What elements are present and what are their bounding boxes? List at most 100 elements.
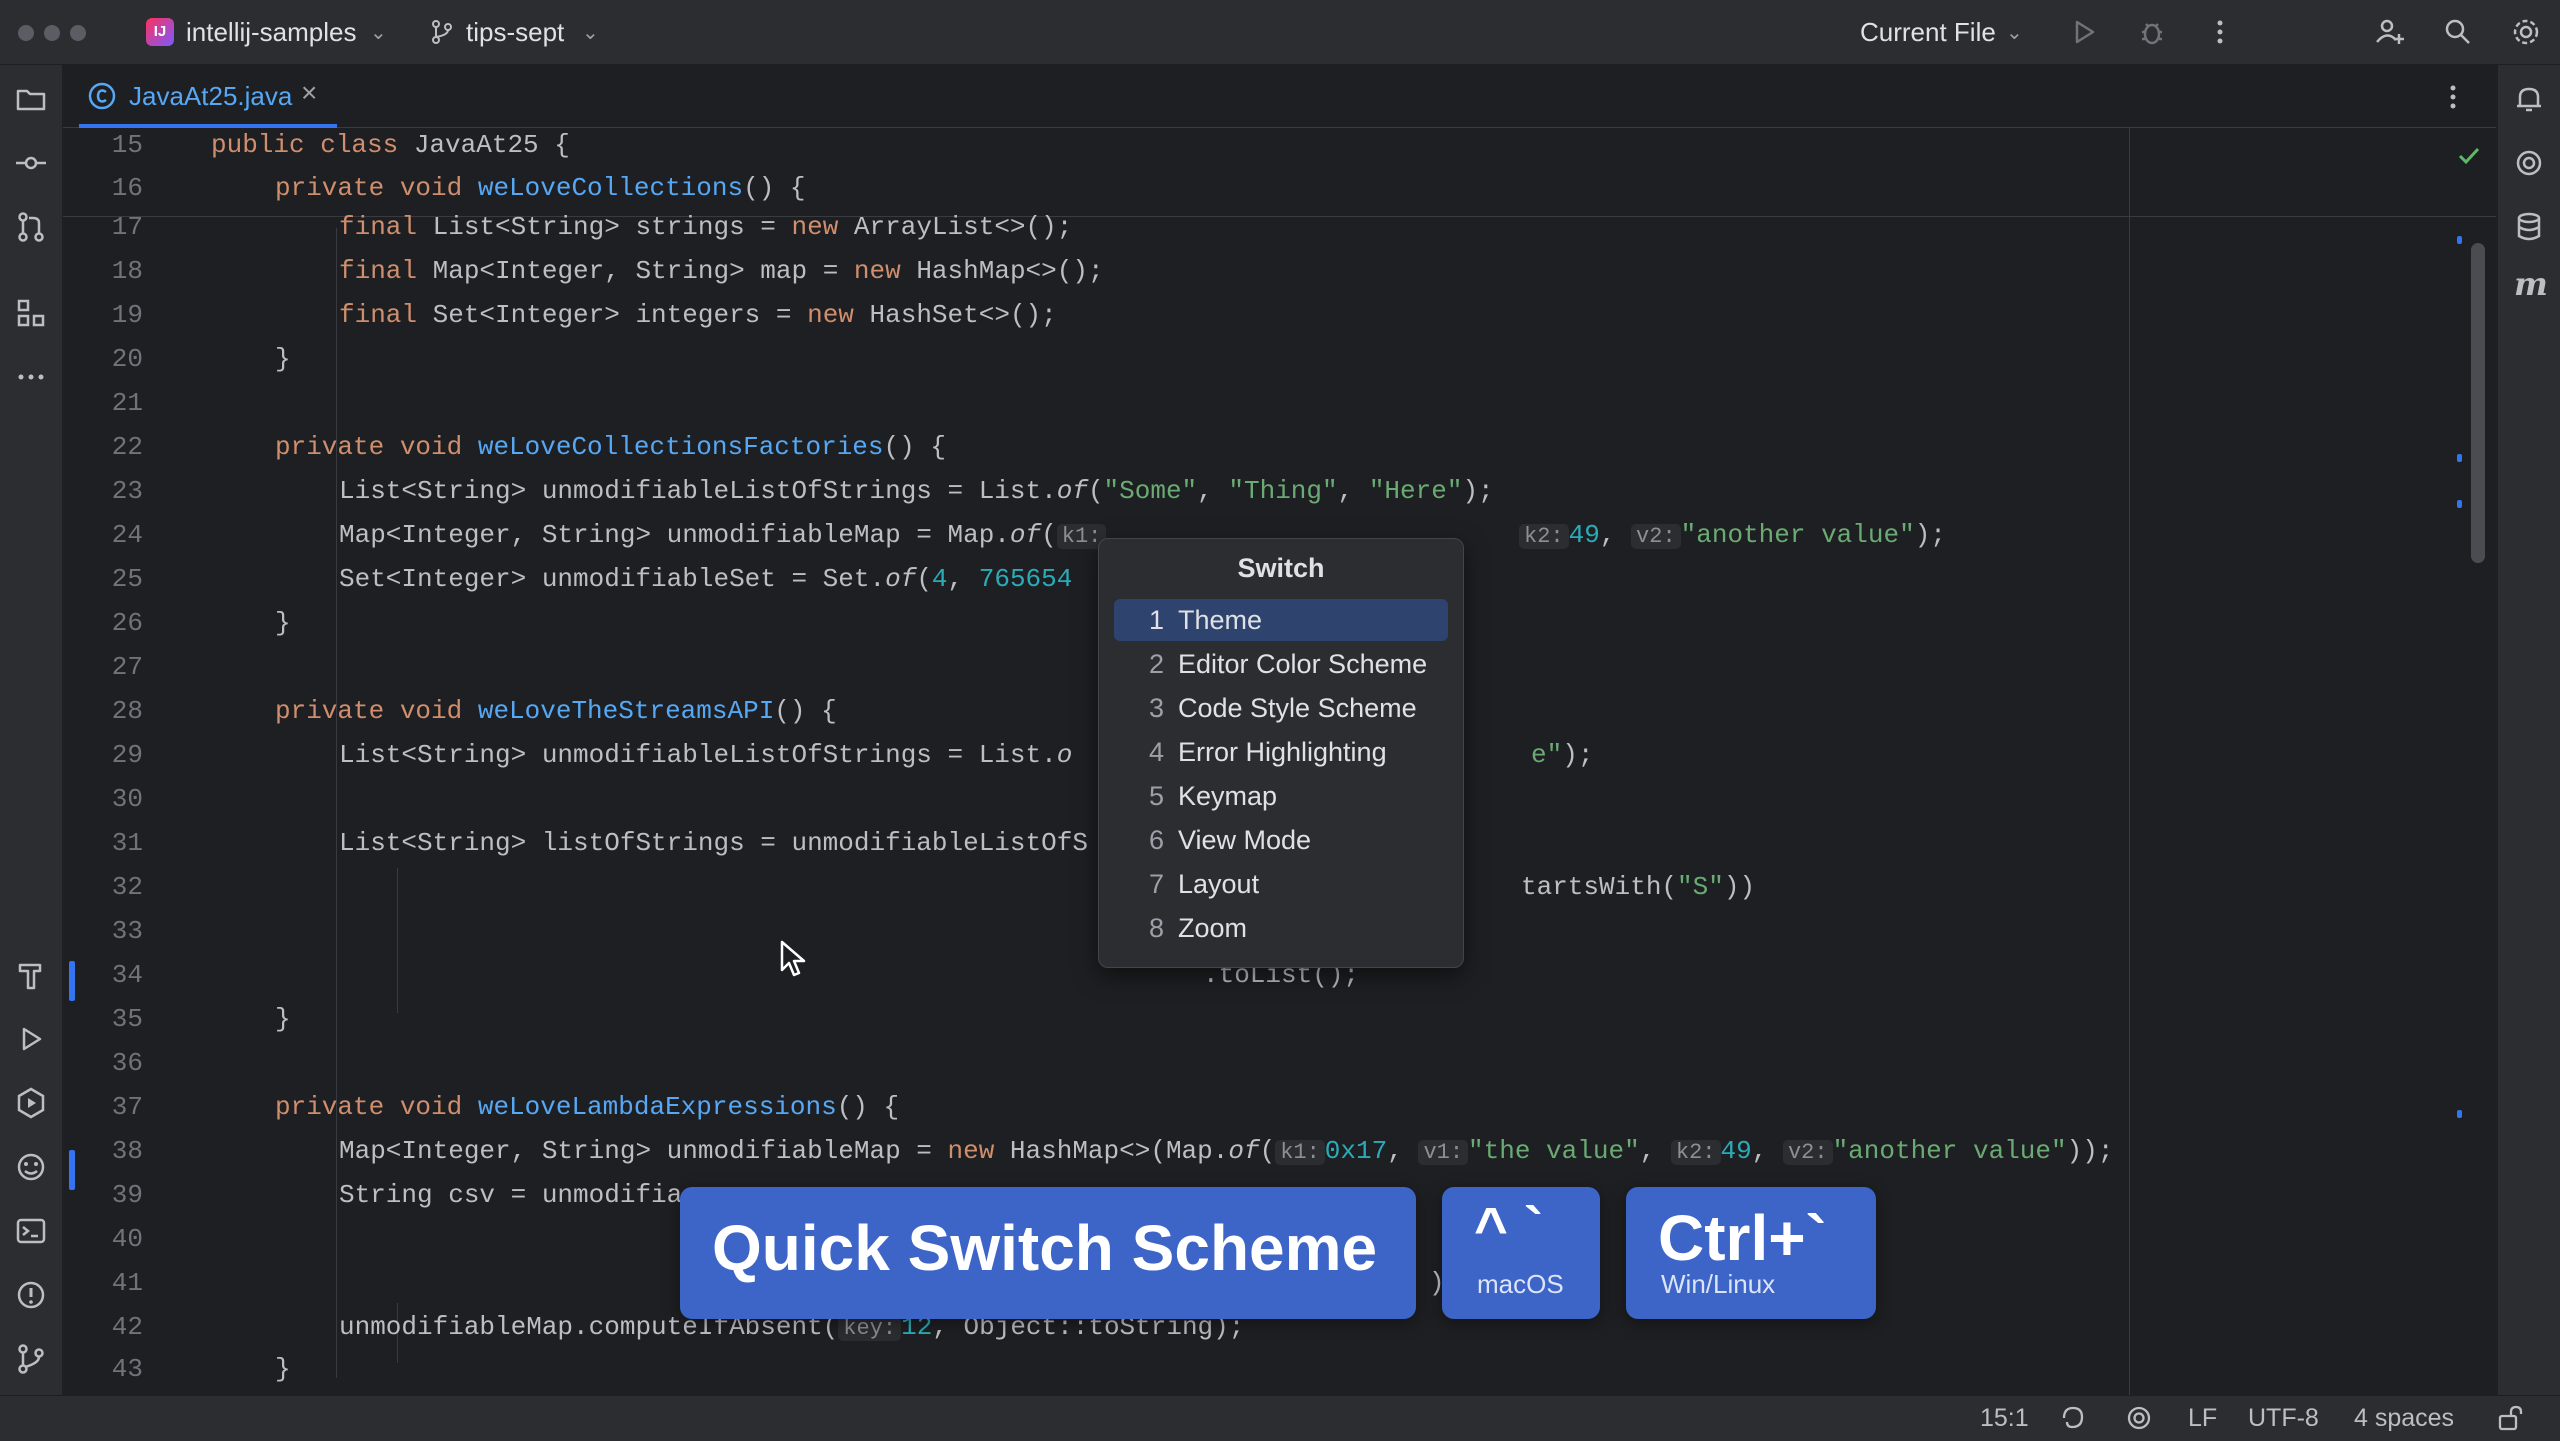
tab-javaat25[interactable]: JavaAt25.java × — [75, 65, 337, 128]
lock-open-icon[interactable] — [2496, 1403, 2526, 1433]
ai-status-icon[interactable] — [2124, 1403, 2154, 1433]
code-line: List<String> unmodifiableListOfStrings =… — [339, 476, 1494, 506]
window-zoom-button[interactable] — [70, 25, 86, 41]
switch-option[interactable]: 1 Theme — [1114, 599, 1448, 641]
change-stripe[interactable] — [2457, 500, 2462, 508]
switch-option-number: 4 — [1148, 737, 1164, 767]
popup-title: Switch — [1237, 553, 1325, 583]
code-line: Map<Integer, String> unmodifiableMap = n… — [339, 1136, 2114, 1166]
mac-shortcut-label: macOS — [1477, 1269, 1564, 1299]
change-stripe[interactable] — [2457, 236, 2462, 244]
parameter-hint: k2: — [1670, 1140, 1721, 1165]
no-problems-check-icon[interactable] — [2453, 140, 2485, 172]
project-name: intellij-samples — [186, 17, 357, 47]
switch-option[interactable]: 8 Zoom — [1114, 907, 1448, 949]
plugins-icon[interactable] — [13, 1149, 49, 1185]
code-line: List<String> listOfStrings = unmodifiabl… — [339, 828, 1088, 858]
window-minimize-button[interactable] — [44, 25, 60, 41]
switch-popup: Switch 1 Theme 2 Editor Color Scheme 3 Code S… — [1098, 538, 1464, 968]
code-line-tail: e"); — [1531, 740, 1594, 770]
debug-icon[interactable] — [2134, 14, 2170, 50]
add-user-icon[interactable] — [2372, 14, 2408, 50]
file-encoding[interactable]: UTF-8 — [2248, 1404, 2319, 1433]
code-line: Set<Integer> unmodifiableSet = Set.of(4,… — [339, 564, 1073, 594]
structure-icon[interactable] — [13, 295, 49, 331]
branch-widget[interactable]: tips-sept ⌄ — [424, 12, 614, 52]
code-line: Map<Integer, String> unmodifiableMap = M… — [339, 518, 1107, 554]
code-line: private void weLoveCollectionsFactories(… — [275, 432, 946, 462]
more-vertical-icon[interactable] — [2202, 14, 2238, 50]
run-config-selector[interactable]: Current File ⌄ — [1850, 12, 2030, 52]
code-line: String csv = unmodifia — [339, 1180, 683, 1210]
chevron-down-icon: ⌄ — [370, 22, 387, 44]
switch-option-label: Theme — [1178, 605, 1263, 635]
switch-option[interactable]: 3 Code Style Scheme — [1114, 687, 1448, 729]
right-tool-window-bar: m — [2497, 65, 2560, 1395]
mac-shortcut-banner: ^ ` macOS — [1442, 1187, 1600, 1319]
notifications-bell-icon[interactable] — [2511, 81, 2547, 117]
switch-option-number: 1 — [1148, 605, 1164, 635]
mouse-pointer-icon — [780, 940, 806, 977]
terminal-icon[interactable] — [13, 1213, 49, 1249]
run-icon[interactable] — [2066, 14, 2102, 50]
build-hammer-icon[interactable] — [13, 957, 49, 993]
code-vision-icon[interactable] — [2058, 1403, 2088, 1433]
status-bar: 15:1 LF UTF-8 4 spaces — [0, 1395, 2560, 1441]
switch-option-label: Editor Color Scheme — [1178, 649, 1428, 679]
switch-option-label: Keymap — [1178, 781, 1278, 811]
pull-requests-icon[interactable] — [13, 209, 49, 245]
switch-option[interactable]: 5 Keymap — [1114, 775, 1448, 817]
parameter-hint: v1: — [1418, 1140, 1469, 1165]
switch-option-label: Error Highlighting — [1178, 737, 1387, 767]
editor-tab-bar: JavaAt25.java × — [63, 65, 2496, 128]
line-separator[interactable]: LF — [2188, 1404, 2217, 1433]
switch-option-number: 7 — [1148, 869, 1164, 899]
switch-option-number: 6 — [1148, 825, 1164, 855]
win-shortcut-banner: Ctrl+` Win/Linux — [1626, 1187, 1876, 1319]
database-icon[interactable] — [2511, 209, 2547, 245]
code-line-tail: tartsWith("S")) — [1521, 872, 1756, 902]
change-stripe[interactable] — [2457, 1110, 2462, 1118]
search-icon[interactable] — [2440, 14, 2476, 50]
project-widget[interactable]: IJ intellij-samples ⌄ — [142, 12, 392, 52]
code-line: List<String> unmodifiableListOfStrings =… — [339, 740, 1073, 770]
close-icon[interactable]: × — [301, 77, 317, 109]
run-config-label: Current File — [1860, 17, 1996, 47]
ai-assistant-icon[interactable] — [2511, 145, 2547, 181]
vertical-scrollbar[interactable] — [2471, 243, 2485, 563]
code-line: final Set<Integer> integers = new HashSe… — [339, 300, 1057, 330]
tab-filename: JavaAt25.java — [129, 81, 293, 111]
switch-option-label: View Mode — [1178, 825, 1312, 855]
code-line: private void weLoveTheStreamsAPI() { — [275, 696, 837, 726]
parameter-hint: v2: — [1782, 1140, 1833, 1165]
commit-icon[interactable] — [13, 145, 49, 181]
more-tools-icon[interactable] — [13, 359, 49, 395]
java-class-icon — [88, 82, 116, 110]
switch-option-number: 8 — [1148, 913, 1164, 943]
settings-gear-icon[interactable] — [2508, 14, 2544, 50]
switch-option-label: Layout — [1178, 869, 1260, 899]
switch-option[interactable]: 7 Layout — [1114, 863, 1448, 905]
git-icon[interactable] — [13, 1341, 49, 1377]
switch-option[interactable]: 2 Editor Color Scheme — [1114, 643, 1448, 685]
switch-option[interactable]: 6 View Mode — [1114, 819, 1448, 861]
switch-option[interactable]: 4 Error Highlighting — [1114, 731, 1448, 773]
caret-position[interactable]: 15:1 — [1980, 1404, 2029, 1433]
window-close-button[interactable] — [18, 25, 34, 41]
switch-option-label: Code Style Scheme — [1178, 693, 1417, 723]
change-stripe[interactable] — [2457, 454, 2462, 462]
parameter-hint: k2: — [1519, 524, 1569, 549]
problems-icon[interactable] — [13, 1277, 49, 1313]
code-line: } — [275, 1004, 291, 1034]
code-line: } — [275, 608, 291, 638]
parameter-hint: v2: — [1631, 524, 1681, 549]
tab-options-icon[interactable] — [2435, 79, 2471, 115]
maven-icon[interactable]: m — [2514, 265, 2548, 303]
run-tool-icon[interactable] — [13, 1021, 49, 1057]
git-branch-icon — [432, 20, 452, 44]
switch-option-number: 3 — [1148, 693, 1164, 723]
project-folder-icon[interactable] — [13, 81, 49, 117]
services-icon[interactable] — [13, 1085, 49, 1121]
code-line: private void weLoveCollections() { — [275, 173, 806, 203]
indent-setting[interactable]: 4 spaces — [2354, 1404, 2454, 1433]
